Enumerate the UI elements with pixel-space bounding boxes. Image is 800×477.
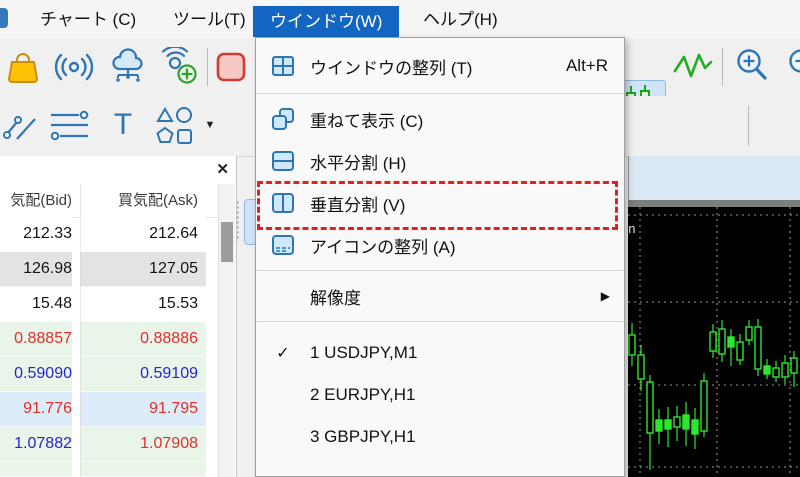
scrollbar[interactable] xyxy=(218,184,235,477)
chart-window-border xyxy=(628,200,800,207)
bid-cell: 212.33 xyxy=(0,217,72,252)
chart-window-top-strip xyxy=(628,156,800,200)
table-row[interactable]: 0.88857 0.88886 xyxy=(0,322,218,357)
bid-cell: 0.59090 xyxy=(0,357,72,392)
ask-column-header[interactable]: 買気配(Ask) xyxy=(80,184,206,217)
table-row[interactable]: 0.59090 0.59109 xyxy=(0,357,218,392)
menu-item-label: 2 EURJPY,H1 xyxy=(310,385,416,404)
menu-item-cascade[interactable]: 重ねて表示 (C) xyxy=(256,98,624,140)
shapes-tool-icon[interactable] xyxy=(152,103,198,149)
market-watch-titlebar: ✕ xyxy=(0,156,235,184)
bid-cell: 1.07882 xyxy=(0,427,72,462)
menu-separator xyxy=(257,270,623,271)
market-watch-panel: ✕ 気配(Bid) 買気配(Ask) 212.33 212.64 126.98 … xyxy=(0,156,237,477)
menu-shortcut: Alt+R xyxy=(565,56,608,75)
chart-area[interactable]: en xyxy=(621,207,800,477)
menu-item-label: ウインドウの整列 (T) xyxy=(310,58,473,78)
cloud-network-icon[interactable] xyxy=(106,46,150,88)
menu-item-arrange-windows[interactable]: ウインドウの整列 (T) Alt+R xyxy=(256,43,624,89)
ask-cell: 0.59109 xyxy=(80,357,206,392)
zoom-out-icon[interactable] xyxy=(782,45,800,89)
menu-window[interactable]: ウインドウ(W) xyxy=(253,6,400,37)
bid-cell xyxy=(0,462,72,477)
table-row[interactable]: 212.33 212.64 xyxy=(0,217,218,252)
trendline-tool-icon[interactable] xyxy=(0,105,42,147)
menu-item-label: 水平分割 (H) xyxy=(310,153,407,173)
menu-item-window-2[interactable]: 2 EURJPY,H1 xyxy=(256,374,624,416)
broadcast-icon[interactable] xyxy=(52,46,96,88)
ask-cell: 1.07908 xyxy=(80,427,206,462)
cascade-windows-icon xyxy=(269,107,297,131)
horizontal-split-icon xyxy=(269,150,297,172)
menu-item-window-3[interactable]: 3 GBPJPY,H1 xyxy=(256,416,624,458)
table-row[interactable]: 91.776 91.795 xyxy=(0,392,218,427)
menu-item-label: 重ねて表示 (C) xyxy=(310,111,424,131)
menu-chart[interactable]: チャート (C) xyxy=(30,7,146,33)
table-row[interactable]: 15.48 15.53 xyxy=(0,287,218,322)
tile-windows-icon xyxy=(269,55,297,77)
checkmark-icon: ✓ xyxy=(276,345,290,362)
menu-item-window-1[interactable]: ✓ 1 USDJPY,M1 xyxy=(256,332,624,374)
bid-cell: 126.98 xyxy=(0,252,72,287)
menu-separator xyxy=(257,321,623,322)
table-row[interactable]: 1.07882 1.07908 xyxy=(0,427,218,462)
menu-item-label: 1 USDJPY,M1 xyxy=(310,343,418,362)
scrollbar-thumb[interactable] xyxy=(221,222,233,262)
stop-square-icon[interactable] xyxy=(212,48,250,86)
application-window: チャート (C) ツール(T) ウインドウ(W) ヘルプ(H) T ▼ ✕ 気配… xyxy=(0,0,800,477)
shapes-dropdown-caret[interactable]: ▼ xyxy=(200,110,220,140)
menu-separator xyxy=(257,93,623,94)
menu-item-arrange-icons[interactable]: アイコンの整列 (A) xyxy=(256,224,624,266)
ask-cell: 212.64 xyxy=(80,217,206,252)
menu-help[interactable]: ヘルプ(H) xyxy=(413,7,508,33)
market-bag-icon[interactable] xyxy=(2,46,44,88)
table-row[interactable]: 126.98 127.05 xyxy=(0,252,218,287)
menu-item-label: 3 GBPJPY,H1 xyxy=(310,427,416,446)
close-icon[interactable]: ✕ xyxy=(216,161,229,179)
candlestick-chart xyxy=(628,207,800,477)
menu-item-horizontal-split[interactable]: 水平分割 (H) xyxy=(256,140,624,182)
ask-cell: 127.05 xyxy=(80,252,206,287)
menu-bar: チャート (C) ツール(T) ウインドウ(W) ヘルプ(H) xyxy=(0,0,800,39)
radar-add-icon[interactable] xyxy=(158,46,202,88)
arrange-icons-icon xyxy=(269,234,297,256)
menu-item-resolution[interactable]: 解像度 ▶ xyxy=(256,275,624,317)
ask-cell xyxy=(80,462,206,477)
ask-cell: 0.88886 xyxy=(80,322,206,357)
ask-cell: 91.795 xyxy=(80,392,206,427)
horizontal-lines-tool-icon[interactable] xyxy=(46,105,94,147)
bid-column-header[interactable]: 気配(Bid) xyxy=(0,184,72,217)
submenu-arrow-icon: ▶ xyxy=(600,289,610,303)
menu-item-label: アイコンの整列 (A) xyxy=(310,237,456,257)
bid-cell: 91.776 xyxy=(0,392,72,427)
red-highlight-box xyxy=(257,181,618,230)
ask-cell: 15.53 xyxy=(80,287,206,322)
zoom-in-icon[interactable] xyxy=(730,45,776,89)
app-icon xyxy=(0,8,8,28)
text-tool-icon[interactable]: T xyxy=(104,103,142,147)
window-dropdown-menu: ウインドウの整列 (T) Alt+R 重ねて表示 (C) 水平分割 (H) 垂直… xyxy=(255,37,625,477)
menu-item-label: 解像度 xyxy=(310,288,361,308)
line-chart-icon[interactable] xyxy=(670,48,716,86)
table-row[interactable] xyxy=(0,462,218,477)
menu-tools[interactable]: ツール(T) xyxy=(163,7,256,33)
market-watch-header: 気配(Bid) 買気配(Ask) xyxy=(0,184,218,218)
bid-cell: 0.88857 xyxy=(0,322,72,357)
bid-cell: 15.48 xyxy=(0,287,72,322)
